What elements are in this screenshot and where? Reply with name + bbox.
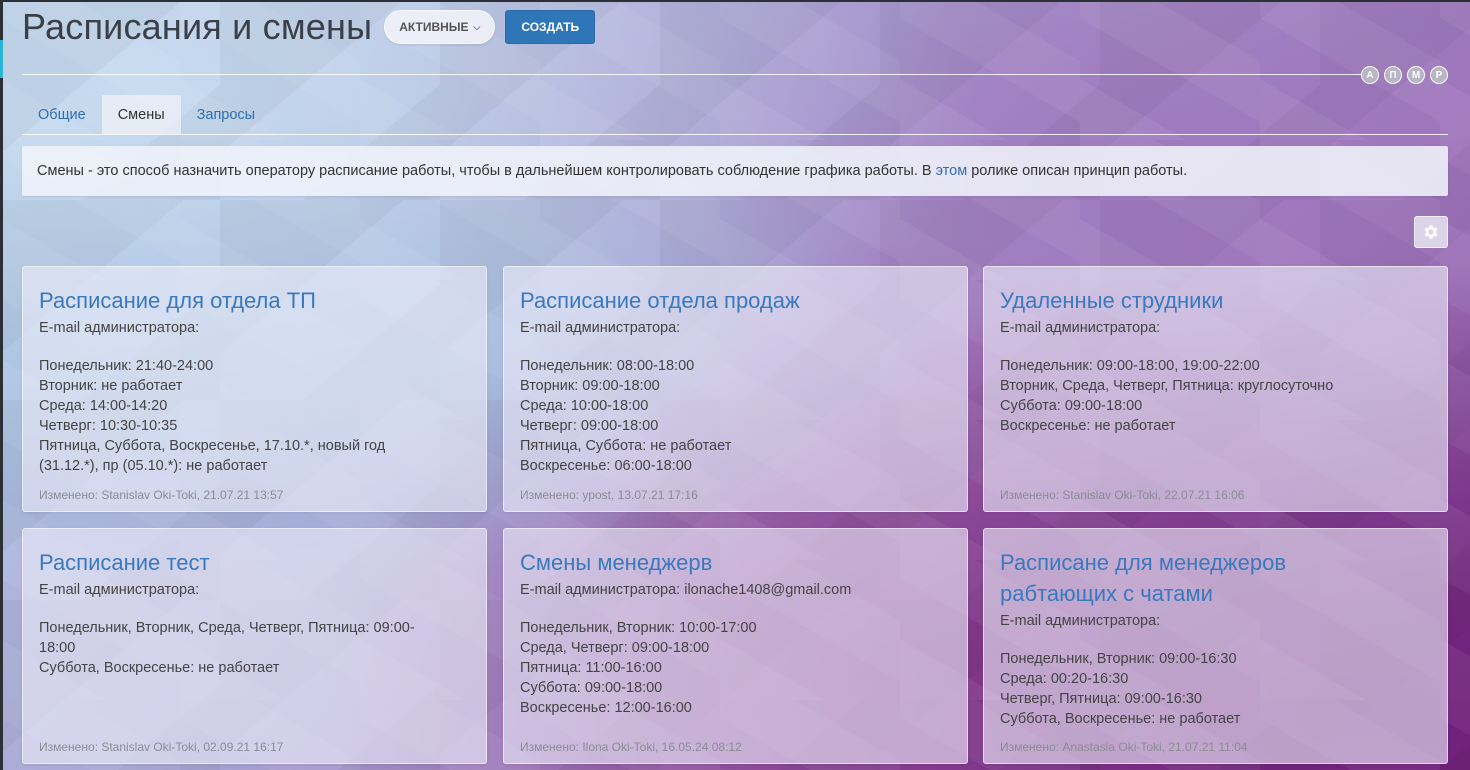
- settings-button[interactable]: [1414, 216, 1448, 248]
- tab-shifts[interactable]: Смены: [101, 95, 181, 134]
- tab-requests[interactable]: Запросы: [181, 95, 271, 134]
- info-text-end: ролике описан принцип работы.: [967, 163, 1188, 179]
- schedule-line: Понедельник, Вторник: 09:00-16:30: [1000, 651, 1237, 667]
- tab-bar: Общие Смены Запросы: [22, 95, 1448, 135]
- avatar[interactable]: М: [1407, 66, 1425, 84]
- schedule-card[interactable]: Расписане для менеджеров рабтающих с чат…: [983, 528, 1448, 764]
- schedule-line: Среда: 00:20-16:30: [1000, 671, 1129, 687]
- schedule-line: Четверг: 10:30-10:35: [39, 418, 178, 434]
- schedule-hours: Понедельник, Вторник: 10:00-17:00 Среда,…: [520, 618, 951, 718]
- schedule-card[interactable]: Смены менеджерв E-mail администратора: i…: [503, 528, 968, 764]
- schedule-hours: Понедельник, Вторник: 09:00-16:30 Среда:…: [1000, 649, 1431, 729]
- schedule-line: Вторник, Среда, Четверг, Пятница: кругло…: [1000, 378, 1334, 394]
- schedule-card[interactable]: Удаленные струдники E-mail администратор…: [983, 266, 1448, 512]
- admin-email: E-mail администратора:: [520, 320, 681, 336]
- window-top-edge: [0, 0, 1470, 2]
- schedule-line: Воскресенье: 06:00-18:00: [520, 458, 692, 474]
- schedule-title[interactable]: Расписане для менеджеров рабтающих с чат…: [1000, 547, 1320, 609]
- schedule-hours: Понедельник: 08:00-18:00 Вторник: 09:00-…: [520, 356, 951, 476]
- page-title: Расписания и смены: [22, 6, 373, 47]
- schedule-line: Среда, Четверг: 09:00-18:00: [520, 640, 710, 656]
- schedule-hours: Понедельник: 21:40-24:00 Вторник: не раб…: [39, 356, 470, 476]
- info-text: Смены - это способ назначить оператору р…: [37, 163, 936, 179]
- modified-info: Изменено: Stanislav Oki-Toki, 21.07.21 1…: [39, 488, 284, 502]
- schedule-title[interactable]: Удаленные струдники: [1000, 285, 1431, 316]
- schedule-card[interactable]: Расписание тест E-mail администратора: П…: [22, 528, 487, 764]
- schedule-title[interactable]: Расписание отдела продаж: [520, 285, 951, 316]
- admin-email: E-mail администратора: ilonache1408@gmai…: [520, 582, 852, 598]
- schedule-title[interactable]: Расписание тест: [39, 547, 470, 578]
- schedule-line: Суббота, Воскресенье: не работает: [1000, 711, 1241, 727]
- admin-email: E-mail администратора:: [39, 320, 200, 336]
- status-filter-label: АКТИВНЫЕ: [399, 20, 469, 34]
- schedule-line: Понедельник: 09:00-18:00, 19:00-22:00: [1000, 358, 1260, 374]
- admin-email: E-mail администратора:: [1000, 613, 1161, 629]
- schedule-line: Понедельник: 08:00-18:00: [520, 358, 695, 374]
- modified-info: Изменено: ypost, 13.07.21 17:16: [520, 488, 698, 502]
- info-banner: Смены - это способ назначить оператору р…: [22, 146, 1448, 196]
- schedule-line: Суббота: 09:00-18:00: [1000, 398, 1143, 414]
- left-accent-bar: [0, 40, 3, 78]
- schedule-line: Вторник: не работает: [39, 378, 183, 394]
- schedule-line: Понедельник: 21:40-24:00: [39, 358, 214, 374]
- schedule-line: Понедельник, Вторник: 10:00-17:00: [520, 620, 757, 636]
- schedule-line: Среда: 14:00-14:20: [39, 398, 168, 414]
- schedule-hours: Понедельник, Вторник, Среда, Четверг, Пя…: [39, 618, 470, 678]
- schedule-line: Суббота, Воскресенье: не работает: [39, 660, 280, 676]
- window-left-edge: [0, 0, 3, 770]
- online-users: А П М Р: [1361, 66, 1448, 84]
- schedule-line: Вторник: 09:00-18:00: [520, 378, 660, 394]
- schedule-line: Пятница: 11:00-16:00: [520, 660, 662, 676]
- schedule-hours: Понедельник: 09:00-18:00, 19:00-22:00 Вт…: [1000, 356, 1431, 436]
- modified-info: Изменено: Stanislav Oki-Toki, 02.09.21 1…: [39, 740, 284, 754]
- chevron-down-icon: ⌵: [473, 21, 481, 32]
- avatar[interactable]: П: [1384, 66, 1402, 84]
- header-divider: [22, 74, 1362, 75]
- schedule-title[interactable]: Расписание для отдела ТП: [39, 285, 470, 316]
- schedule-line: Воскресенье: 12:00-16:00: [520, 700, 692, 716]
- schedule-line: Суббота: 09:00-18:00: [520, 680, 663, 696]
- modified-info: Изменено: Stanislav Oki-Toki, 22.07.21 1…: [1000, 488, 1245, 502]
- schedule-card[interactable]: Расписание отдела продаж E-mail админист…: [503, 266, 968, 512]
- schedule-line: Среда: 10:00-18:00: [520, 398, 649, 414]
- admin-email: E-mail администратора:: [1000, 320, 1161, 336]
- schedule-line: 18:00: [39, 640, 76, 656]
- video-link[interactable]: этом: [936, 163, 968, 179]
- modified-info: Изменено: Anastasia Oki-Toki, 21.07.21 1…: [1000, 740, 1248, 754]
- schedule-line: (31.12.*), пр (05.10.*): не работает: [39, 458, 268, 474]
- schedule-line: Четверг, Пятница: 09:00-16:30: [1000, 691, 1202, 707]
- schedule-line: Воскресенье: не работает: [1000, 418, 1176, 434]
- create-button[interactable]: СОЗДАТЬ: [505, 10, 596, 44]
- schedule-card[interactable]: Расписание для отдела ТП E-mail админист…: [22, 266, 487, 512]
- tab-general[interactable]: Общие: [22, 95, 102, 134]
- avatar[interactable]: Р: [1430, 66, 1448, 84]
- admin-email: E-mail администратора:: [39, 582, 200, 598]
- schedule-line: Пятница, Суббота: не работает: [520, 438, 732, 454]
- schedule-title[interactable]: Смены менеджерв: [520, 547, 951, 578]
- page-header: Расписания и смены АКТИВНЫЕ ⌵ СОЗДАТЬ: [22, 6, 596, 48]
- status-filter-dropdown[interactable]: АКТИВНЫЕ ⌵: [384, 10, 496, 44]
- gear-icon: [1424, 225, 1438, 239]
- schedule-line: Четверг: 09:00-18:00: [520, 418, 659, 434]
- modified-info: Изменено: Ilona Oki-Toki, 16.05.24 08:12: [520, 740, 742, 754]
- avatar[interactable]: А: [1361, 66, 1379, 84]
- schedule-line: Понедельник, Вторник, Среда, Четверг, Пя…: [39, 620, 415, 636]
- schedule-line: Пятница, Суббота, Воскресенье, 17.10.*, …: [39, 438, 386, 454]
